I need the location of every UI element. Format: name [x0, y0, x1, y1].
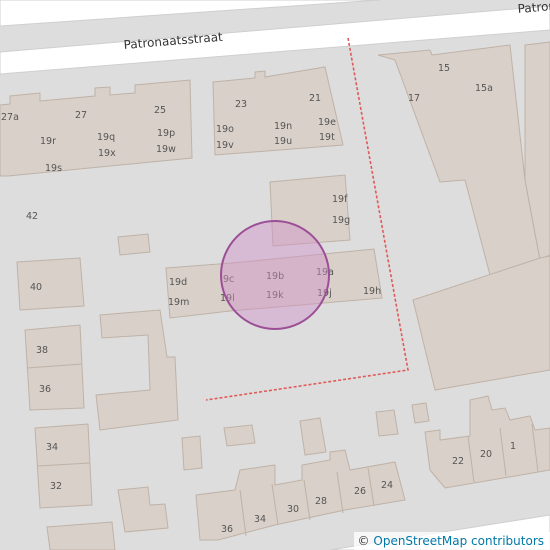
- house-number: 40: [30, 282, 42, 293]
- copyright-symbol: ©: [357, 534, 370, 548]
- location-marker[interactable]: [220, 220, 330, 330]
- building: [117, 233, 151, 256]
- house-number: 22: [452, 456, 464, 467]
- house-number: 17: [408, 93, 420, 104]
- street-label-patrona: Patrona: [517, 0, 550, 16]
- house-number: 19x: [98, 148, 116, 159]
- house-number: 27a: [1, 112, 19, 123]
- house-number: 19v: [216, 140, 234, 151]
- house-number: 32: [50, 481, 62, 492]
- house-number: 20: [480, 449, 492, 460]
- building: [223, 424, 256, 447]
- house-number: 19t: [319, 132, 335, 143]
- house-number: 38: [36, 345, 48, 356]
- house-number: 19e: [318, 117, 336, 128]
- building: [46, 521, 116, 550]
- house-number: 19s: [45, 163, 62, 174]
- house-number: 19h: [363, 286, 381, 297]
- building: [375, 409, 399, 437]
- house-number: 19r: [40, 136, 56, 147]
- house-number: 19m: [168, 297, 189, 308]
- house-number: 26: [354, 486, 366, 497]
- building: [411, 402, 430, 424]
- house-number: 19o: [216, 124, 234, 135]
- house-number: 19g: [332, 215, 350, 226]
- house-number: 15a: [475, 83, 493, 94]
- house-number: 27: [75, 110, 87, 121]
- house-number: 19u: [274, 136, 292, 147]
- attribution: © OpenStreetMap contributors: [353, 532, 550, 550]
- house-number: 25: [154, 105, 166, 116]
- house-number: 19f: [332, 194, 348, 205]
- house-number: 36: [39, 384, 51, 395]
- house-number: 1: [510, 441, 516, 452]
- building: [16, 257, 85, 311]
- house-number: 24: [381, 480, 393, 491]
- map-canvas: Patronaatsstraat Patrona 27a 27 25 19r 1…: [0, 0, 550, 550]
- house-number: 19p: [157, 128, 175, 139]
- house-number: 30: [287, 504, 299, 515]
- house-number: 19q: [97, 132, 115, 143]
- house-number: 19n: [274, 121, 292, 132]
- house-number: 19w: [156, 144, 176, 155]
- house-number: 36: [221, 524, 233, 535]
- house-number: 15: [438, 63, 450, 74]
- building: [181, 435, 203, 471]
- house-number: 34: [46, 442, 58, 453]
- house-number: 34: [254, 514, 266, 525]
- house-number: 23: [235, 99, 247, 110]
- house-number: 42: [26, 211, 38, 222]
- openstreetmap-link[interactable]: OpenStreetMap contributors: [373, 534, 544, 548]
- house-number: 28: [315, 496, 327, 507]
- house-number: 21: [309, 93, 321, 104]
- house-number: 19d: [169, 277, 187, 288]
- map-view[interactable]: Patronaatsstraat Patrona 27a 27 25 19r 1…: [0, 0, 550, 550]
